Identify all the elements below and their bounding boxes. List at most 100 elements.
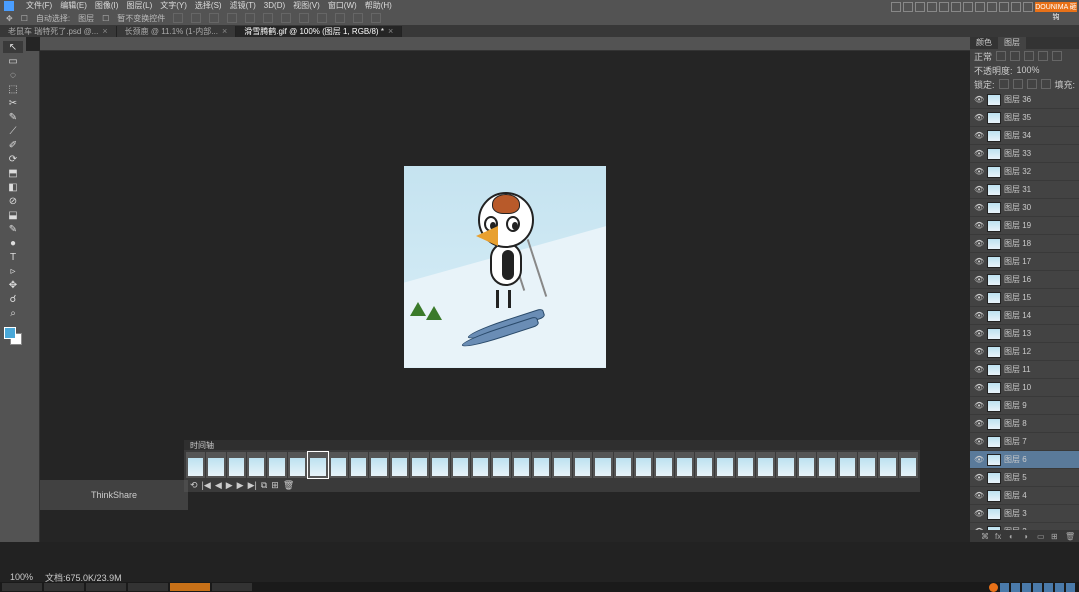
distribute-icon[interactable]	[353, 13, 363, 23]
minimize-icon[interactable]	[999, 2, 1009, 12]
auto-select-dropdown[interactable]: 图层	[78, 13, 94, 24]
document-tab[interactable]: 滑雪腾鹤.gif @ 100% (图层 1, RGB/8) *×	[236, 26, 402, 37]
visibility-icon[interactable]: 👁	[974, 455, 984, 465]
tool-button[interactable]: ↖	[3, 41, 23, 53]
visibility-icon[interactable]: 👁	[974, 149, 984, 159]
visibility-icon[interactable]: 👁	[974, 185, 984, 195]
opacity-value[interactable]: 100%	[1017, 65, 1040, 75]
distribute-icon[interactable]	[299, 13, 309, 23]
first-frame-icon[interactable]: |◀	[202, 480, 211, 491]
timeline-frame[interactable]	[329, 452, 348, 478]
new-frame-icon[interactable]: ⊞	[271, 480, 279, 491]
panel-icon[interactable]	[1038, 51, 1048, 61]
layer-row[interactable]: 👁图层 36	[970, 91, 1079, 109]
close-icon[interactable]	[1023, 2, 1033, 12]
visibility-icon[interactable]: 👁	[974, 473, 984, 483]
lock-icon[interactable]	[1013, 79, 1023, 89]
link-layers-icon[interactable]: ⌘	[981, 532, 991, 540]
tool-icon[interactable]	[915, 2, 925, 12]
tool-icon[interactable]	[891, 2, 901, 12]
tool-button[interactable]: ✂	[3, 97, 23, 109]
tool-button[interactable]: ⬒	[3, 167, 23, 179]
menu-item[interactable]: 窗口(W)	[328, 0, 357, 11]
timeline-frame[interactable]	[512, 452, 531, 478]
timeline-frame[interactable]	[288, 452, 307, 478]
taskbar-item[interactable]	[212, 583, 252, 591]
menu-item[interactable]: 3D(D)	[264, 1, 285, 10]
artboard[interactable]	[404, 166, 606, 368]
vertical-ruler[interactable]	[26, 51, 40, 542]
tray-icon[interactable]	[1044, 583, 1053, 592]
distribute-icon[interactable]	[371, 13, 381, 23]
tool-button[interactable]: ⊘	[3, 195, 23, 207]
mask-icon[interactable]: ◐	[1009, 532, 1019, 540]
loop-icon[interactable]: ⟲	[190, 480, 198, 491]
layer-row[interactable]: 👁图层 16	[970, 271, 1079, 289]
timeline-frame[interactable]	[430, 452, 449, 478]
menu-item[interactable]: 帮助(H)	[365, 0, 392, 11]
delete-frame-icon[interactable]: 🗑	[283, 480, 294, 491]
layer-row[interactable]: 👁图层 32	[970, 163, 1079, 181]
taskbar-item[interactable]	[86, 583, 126, 591]
taskbar-item[interactable]	[128, 583, 168, 591]
visibility-icon[interactable]: 👁	[974, 167, 984, 177]
tool-icon[interactable]	[987, 2, 997, 12]
timeline-frame[interactable]	[634, 452, 653, 478]
layer-row[interactable]: 👁图层 19	[970, 217, 1079, 235]
align-icon[interactable]	[209, 13, 219, 23]
timeline-frame[interactable]	[573, 452, 592, 478]
tween-icon[interactable]: ⧉	[261, 480, 267, 491]
timeline-frame[interactable]	[390, 452, 409, 478]
visibility-icon[interactable]: 👁	[974, 221, 984, 231]
taskbar-item[interactable]	[2, 583, 42, 591]
close-tab-icon[interactable]: ×	[222, 26, 227, 36]
layer-row[interactable]: 👁图层 10	[970, 379, 1079, 397]
timeline-frame[interactable]	[899, 452, 918, 478]
timeline-frame[interactable]	[552, 452, 571, 478]
layer-row[interactable]: 👁图层 34	[970, 127, 1079, 145]
timeline-frame[interactable]	[369, 452, 388, 478]
trash-icon[interactable]: 🗑	[1065, 532, 1075, 540]
timeline-frame[interactable]	[878, 452, 897, 478]
tool-button[interactable]: ✐	[3, 139, 23, 151]
tray-icon[interactable]	[1000, 583, 1009, 592]
tool-button[interactable]: ▭	[3, 55, 23, 67]
timeline-frame[interactable]	[858, 452, 877, 478]
tool-button[interactable]: ⟋	[3, 125, 23, 137]
tool-button[interactable]: ◧	[3, 181, 23, 193]
menu-item[interactable]: 文字(Y)	[160, 0, 187, 11]
tab-layers[interactable]: 图层	[998, 37, 1026, 49]
menu-item[interactable]: 滤镜(T)	[230, 0, 256, 11]
menu-item[interactable]: 文件(F)	[26, 0, 52, 11]
visibility-icon[interactable]: 👁	[974, 257, 984, 267]
close-tab-icon[interactable]: ×	[102, 26, 107, 36]
distribute-icon[interactable]	[335, 13, 345, 23]
layer-row[interactable]: 👁图层 9	[970, 397, 1079, 415]
tool-button[interactable]: ⌕	[3, 307, 23, 319]
fx-icon[interactable]: fx	[995, 532, 1005, 540]
last-frame-icon[interactable]: ▶|	[248, 480, 257, 491]
distribute-icon[interactable]	[317, 13, 327, 23]
timeline-frame[interactable]	[715, 452, 734, 478]
tool-icon[interactable]	[903, 2, 913, 12]
visibility-icon[interactable]: 👁	[974, 509, 984, 519]
horizontal-ruler[interactable]	[40, 37, 970, 51]
panel-icon[interactable]	[996, 51, 1006, 61]
layer-row[interactable]: 👁图层 6	[970, 451, 1079, 469]
tool-icon[interactable]	[963, 2, 973, 12]
lock-icon[interactable]	[999, 79, 1009, 89]
next-frame-icon[interactable]: ▶	[237, 480, 244, 491]
align-icon[interactable]	[227, 13, 237, 23]
tool-button[interactable]: ▹	[3, 265, 23, 277]
menu-item[interactable]: 选择(S)	[195, 0, 222, 11]
layer-row[interactable]: 👁图层 4	[970, 487, 1079, 505]
timeline-frame[interactable]	[471, 452, 490, 478]
timeline-frame[interactable]	[614, 452, 633, 478]
timeline-frame[interactable]	[654, 452, 673, 478]
layer-row[interactable]: 👁图层 13	[970, 325, 1079, 343]
tool-button[interactable]: T	[3, 251, 23, 263]
panel-icon[interactable]	[1010, 51, 1020, 61]
close-tab-icon[interactable]: ×	[388, 26, 393, 36]
tab-color[interactable]: 颜色	[970, 37, 998, 49]
color-swatch[interactable]	[4, 327, 22, 345]
